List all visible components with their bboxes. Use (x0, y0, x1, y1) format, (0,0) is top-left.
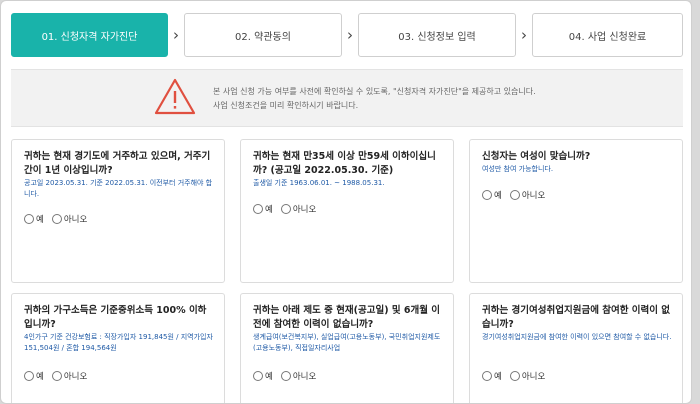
question-note: 공고일 2023.05.31. 기준 2022.05.31. 이전부터 거주해야… (24, 179, 213, 198)
question-title: 귀하는 현재 만35세 이상 만59세 이하이십니까? (공고일 2022.05… (253, 151, 436, 176)
step-label: 02. 약관동의 (235, 31, 291, 43)
question-title: 신청자는 여성이 맞습니까? (482, 151, 591, 162)
question-title: 귀하는 아래 제도 중 현재(공고일) 및 6개월 이전에 참여한 이력이 없습… (253, 305, 441, 330)
answer-options: 예 아니오 (24, 213, 91, 225)
chevron-right-icon: › (347, 26, 353, 44)
answer-options: 예 아니오 (253, 370, 320, 382)
warning-icon (154, 78, 196, 115)
question-title: 귀하는 경기여성취업지원금에 참여한 이력이 없습니까? (482, 305, 671, 330)
answer-no-radio[interactable]: 아니오 (51, 213, 87, 225)
question-note: 생계급여(보건복지부), 실업급여(고용노동부), 국민취업지원제도(고용노동부… (253, 333, 441, 352)
question-card-subsidy-history: 귀하는 경기여성취업지원금에 참여한 이력이 없습니까? 경기여성취업지원금에 … (469, 293, 683, 403)
question-card-gender: 신청자는 여성이 맞습니까? 여성만 참여 가능합니다. 예 아니오 (469, 139, 683, 283)
notice-line: 사업 신청조건을 미리 확인하시기 바랍니다. (213, 101, 359, 110)
answer-yes-radio[interactable]: 예 (253, 370, 273, 382)
answer-options: 예 아니오 (482, 189, 549, 201)
question-note: 4인가구 기준 건강보험료 : 직장가입자 191,845원 / 지역가입자 1… (24, 333, 213, 352)
step-progress: 01. 신청자격 자가진단 › 02. 약관동의 › 03. 신청정보 입력 ›… (11, 13, 683, 57)
step-1-self-check[interactable]: 01. 신청자격 자가진단 (11, 13, 168, 57)
question-note: 출생일 기준 1963.06.01. ~ 1988.05.31. (253, 179, 385, 187)
question-note: 여성만 참여 가능합니다. (482, 165, 554, 173)
answer-yes-radio[interactable]: 예 (482, 370, 502, 382)
question-card-age: 귀하는 현재 만35세 이상 만59세 이하이십니까? (공고일 2022.05… (240, 139, 454, 283)
answer-no-radio[interactable]: 아니오 (509, 189, 545, 201)
notice-text: 본 사업 신청 가능 여부를 사전에 확인하실 수 있도록, "신청자격 자가진… (213, 85, 536, 113)
chevron-right-icon: › (521, 26, 527, 44)
notice-box: 본 사업 신청 가능 여부를 사전에 확인하실 수 있도록, "신청자격 자가진… (11, 69, 683, 127)
question-card-program-history: 귀하는 아래 제도 중 현재(공고일) 및 6개월 이전에 참여한 이력이 없습… (240, 293, 454, 403)
question-title: 귀하는 현재 경기도에 거주하고 있으며, 거주기간이 1년 이상입니까? (24, 151, 211, 176)
question-title: 귀하의 가구소득은 기준중위소득 100% 이하입니까? (24, 305, 207, 330)
question-card-income: 귀하의 가구소득은 기준중위소득 100% 이하입니까? 4인가구 기준 건강보… (11, 293, 225, 403)
chevron-right-icon: › (173, 26, 179, 44)
answer-no-radio[interactable]: 아니오 (509, 370, 545, 382)
step-label: 04. 사업 신청완료 (568, 31, 647, 43)
answer-no-radio[interactable]: 아니오 (280, 370, 316, 382)
notice-line: 본 사업 신청 가능 여부를 사전에 확인하실 수 있도록, "신청자격 자가진… (213, 87, 536, 96)
question-card-residence: 귀하는 현재 경기도에 거주하고 있으며, 거주기간이 1년 이상입니까? 공고… (11, 139, 225, 283)
answer-no-radio[interactable]: 아니오 (51, 370, 87, 382)
question-note: 경기여성취업지원금에 참여한 이력이 있으면 참여할 수 없습니다. (482, 333, 672, 341)
answer-yes-radio[interactable]: 예 (24, 370, 44, 382)
answer-options: 예 아니오 (253, 203, 320, 215)
answer-options: 예 아니오 (24, 370, 91, 382)
step-2-terms[interactable]: 02. 약관동의 (184, 13, 342, 57)
answer-yes-radio[interactable]: 예 (482, 189, 502, 201)
step-4-complete[interactable]: 04. 사업 신청완료 (532, 13, 683, 57)
page-frame: 01. 신청자격 자가진단 › 02. 약관동의 › 03. 신청정보 입력 ›… (0, 0, 692, 404)
step-label: 03. 신청정보 입력 (398, 31, 476, 43)
answer-yes-radio[interactable]: 예 (24, 213, 44, 225)
step-3-info-input[interactable]: 03. 신청정보 입력 (358, 13, 516, 57)
answer-yes-radio[interactable]: 예 (253, 203, 273, 215)
answer-no-radio[interactable]: 아니오 (280, 203, 316, 215)
step-label: 01. 신청자격 자가진단 (41, 31, 138, 43)
answer-options: 예 아니오 (482, 370, 549, 382)
